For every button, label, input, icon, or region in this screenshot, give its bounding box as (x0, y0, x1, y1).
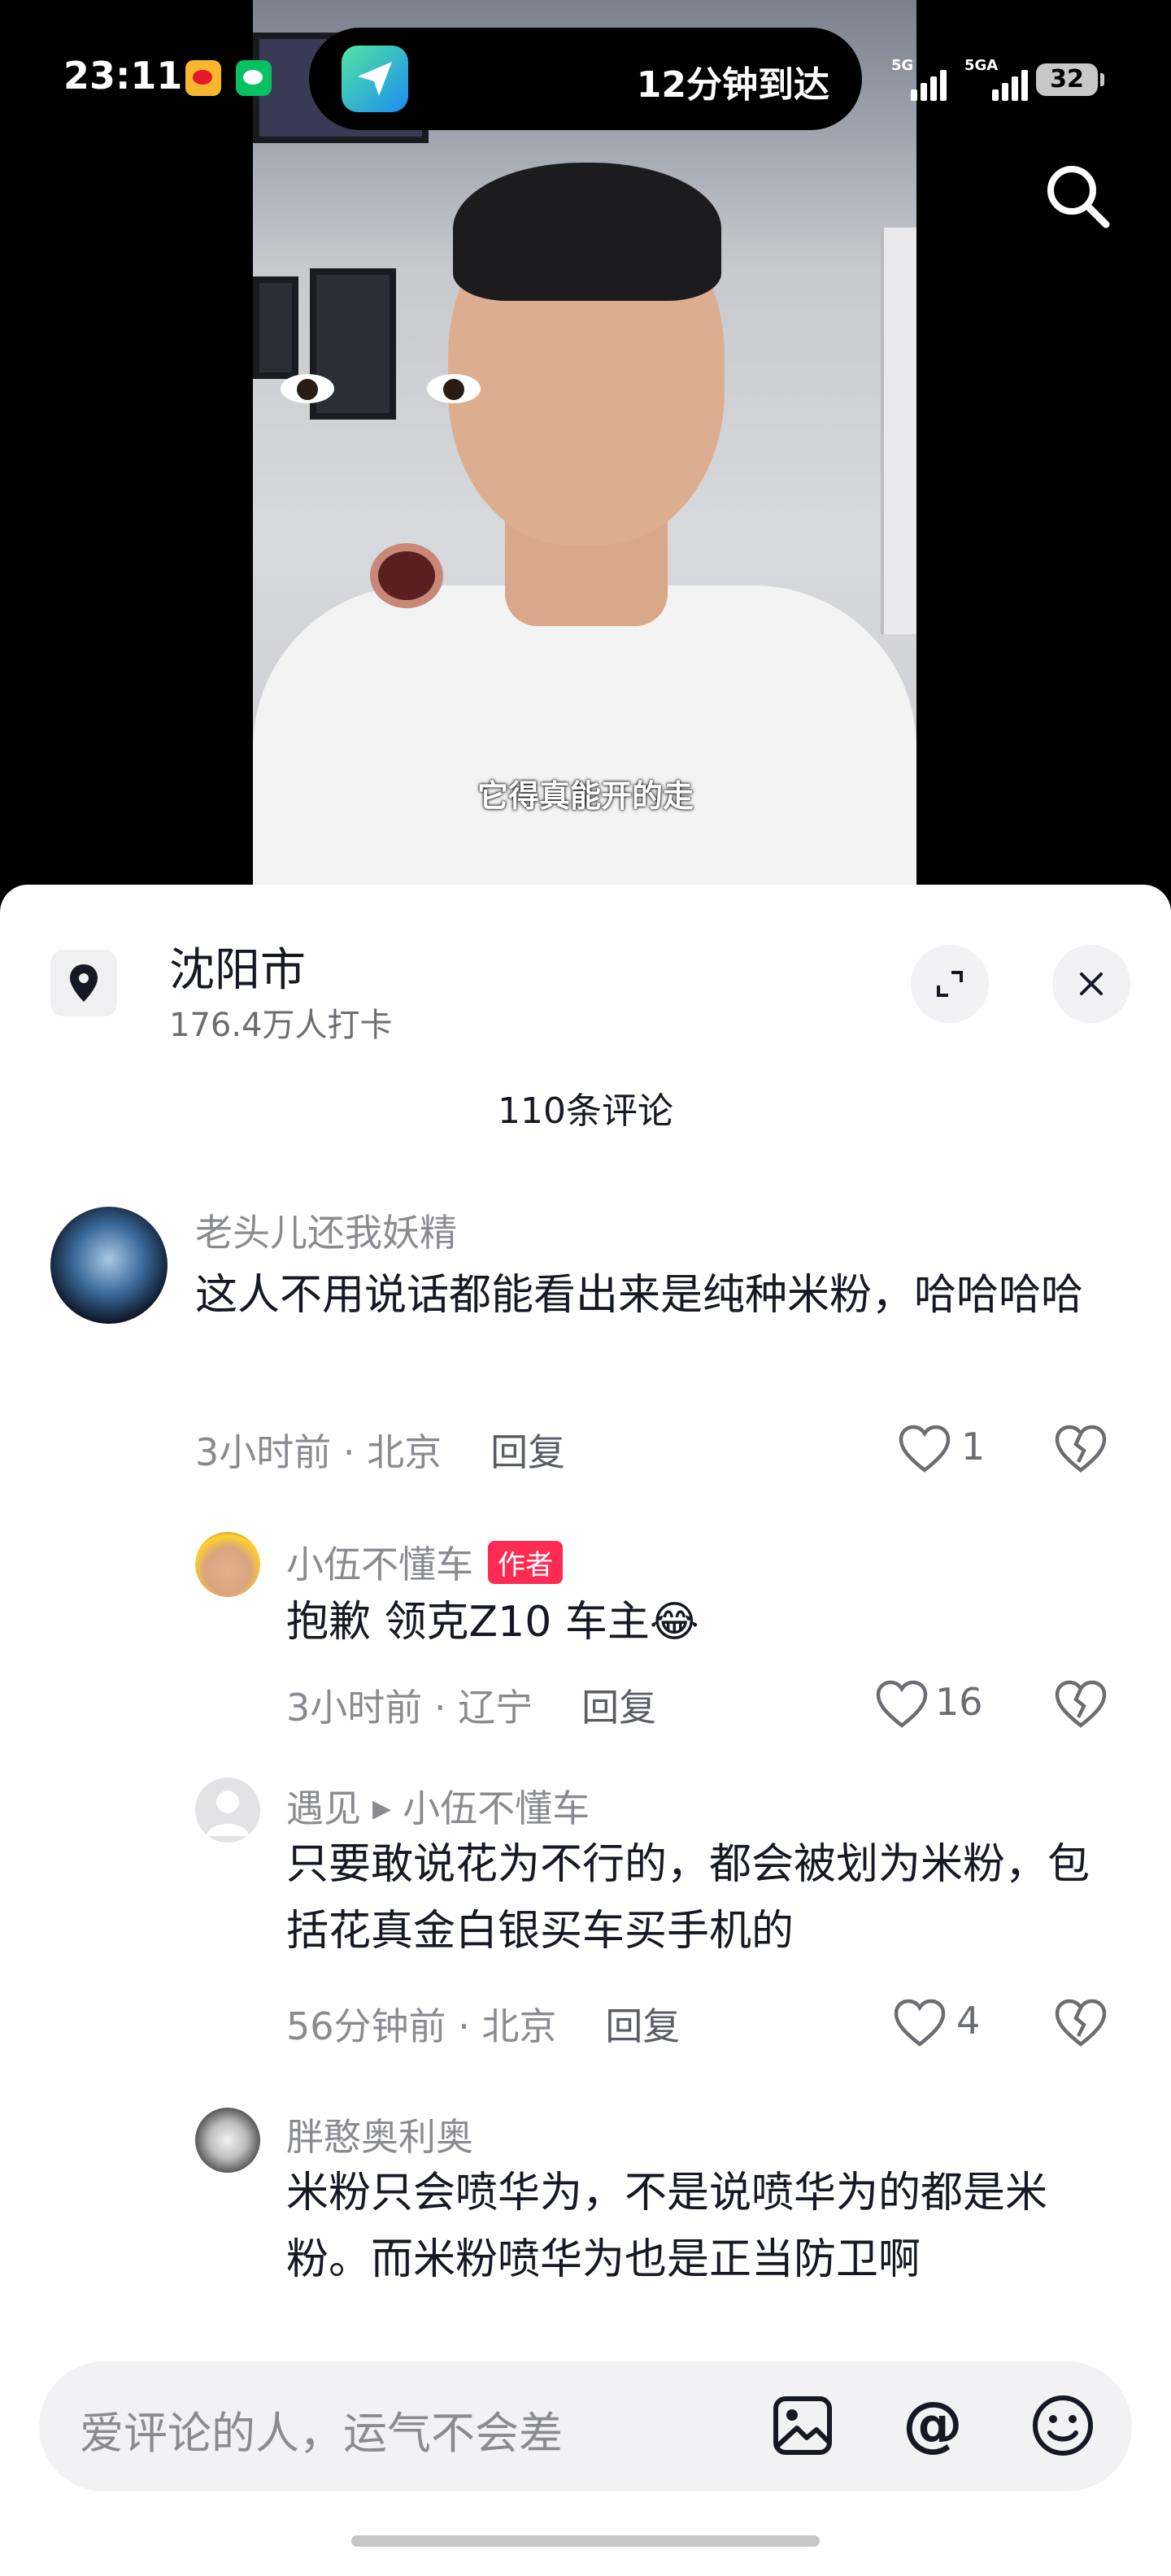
svg-text:@: @ (903, 2392, 963, 2459)
person-eye (427, 374, 481, 403)
avatar[interactable] (195, 1778, 260, 1843)
comment-meta: 56分钟前 · 北京 回复 (286, 1997, 680, 2051)
image-icon[interactable] (769, 2392, 836, 2459)
reply-to-username[interactable]: 小伍不懂车 (403, 1786, 590, 1830)
comment-username[interactable]: 老头儿还我妖精 (195, 1203, 457, 1257)
broken-heart-icon[interactable] (1054, 1425, 1108, 1473)
like-count: 4 (956, 1999, 981, 2043)
avatar[interactable] (195, 2108, 260, 2173)
signal-5ga-icon: 5GA (964, 57, 1030, 101)
username-text: 遇见 (286, 1786, 361, 1830)
signal-5g-icon: 5G (891, 57, 948, 101)
status-time: 23:11 (63, 54, 183, 98)
person-mouth (370, 543, 443, 608)
broken-heart-icon[interactable] (1054, 1680, 1108, 1729)
comment-text: 抱歉 领克Z10 车主😂 (286, 1598, 699, 1647)
emoji-icon[interactable] (1030, 2392, 1096, 2459)
like-count: 16 (935, 1680, 983, 1724)
person-hair (453, 163, 721, 301)
home-indicator[interactable] (351, 2535, 820, 2547)
signal-label: 5G (891, 57, 914, 74)
search-icon[interactable] (1041, 159, 1114, 233)
like-count: 1 (961, 1425, 986, 1469)
wall-poster (253, 276, 298, 379)
avatar[interactable] (50, 1207, 168, 1324)
heart-icon[interactable] (898, 1425, 951, 1473)
weibo-icon (185, 60, 221, 96)
comment-username[interactable]: 遇见 ▶ 小伍不懂车 (286, 1779, 590, 1833)
default-avatar-icon (207, 1791, 249, 1836)
comment-list[interactable]: 老头儿还我妖精 这人不用说话都能看出来是纯种米粉，哈哈哈哈 3小时前 · 北京回… (0, 885, 1171, 2332)
comment-text: 只要敢说花为不行的，都会被划为米粉，包括花真金白银买车买手机的 (286, 1840, 1090, 1956)
person-shirt (253, 585, 916, 894)
video-player[interactable]: 它得真能开的走 (0, 0, 1171, 894)
heart-icon[interactable] (893, 1999, 947, 2047)
broken-heart-icon[interactable] (1054, 1999, 1108, 2047)
comment-text: 米粉只会喷华为，不是说喷华为的都是米粉。而米粉喷华为也是正当防卫啊 (286, 2169, 1048, 2284)
avatar[interactable] (195, 1532, 260, 1597)
comment-time-location: 56分钟前 · 北京 (286, 2004, 557, 2048)
reply-arrow-icon: ▶ (372, 1795, 392, 1823)
wechat-icon (236, 60, 272, 96)
comment-time-location: 3小时前 · 北京 (195, 1430, 442, 1474)
comment-meta: 3小时前 · 辽宁 回复 (286, 1678, 656, 1732)
navigation-app-icon (342, 46, 408, 112)
comment-input-placeholder: 爱评论的人，运气不会差 (80, 2408, 563, 2459)
comment-input[interactable]: 爱评论的人，运气不会差 @ (39, 2361, 1132, 2491)
reply-button[interactable]: 回复 (490, 1430, 565, 1474)
comment-meta: 3小时前 · 北京 回复 (195, 1423, 565, 1477)
video-subtitle: 它得真能开的走 (477, 778, 694, 814)
island-eta: 12分钟到达 (636, 64, 829, 106)
comment-username[interactable]: 胖憨奥利奥 (286, 2108, 473, 2161)
person-eye (281, 374, 334, 403)
author-badge: 作者 (488, 1541, 563, 1584)
reply-button[interactable]: 回复 (605, 2004, 680, 2048)
dynamic-island[interactable]: 12分钟到达 (309, 28, 862, 130)
video-frame[interactable] (253, 0, 916, 894)
signal-label: 5GA (964, 57, 999, 74)
reply-button[interactable]: 回复 (581, 1686, 656, 1730)
bookshelf (881, 228, 916, 634)
comments-sheet: 沈阳市 176.4万人打卡 110条评论 老头儿还我妖精 这人不用说话都能看出来… (0, 885, 1171, 2576)
heart-icon[interactable] (875, 1680, 929, 1729)
comment-time-location: 3小时前 · 辽宁 (286, 1686, 533, 1730)
comment-text: 这人不用说话都能看出来是纯种米粉，哈哈哈哈 (195, 1271, 1084, 1320)
battery-indicator: 32 (1036, 63, 1104, 96)
username-text: 小伍不懂车 (286, 1543, 473, 1586)
comment-username[interactable]: 小伍不懂车 作者 (286, 1535, 563, 1589)
at-icon[interactable]: @ (899, 2392, 966, 2459)
